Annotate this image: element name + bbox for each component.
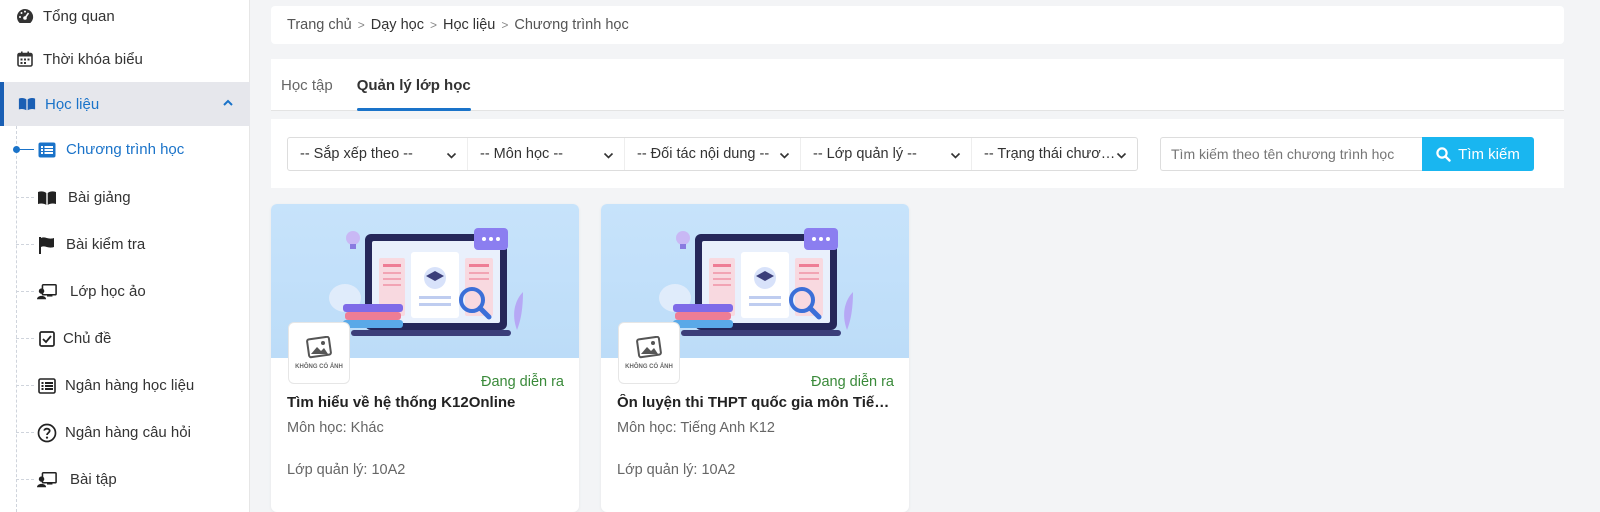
search-input[interactable] bbox=[1160, 137, 1422, 171]
status-select-value: -- Trạng thái chươ… bbox=[984, 146, 1116, 162]
tab-bar: Học tập Quản lý lớp học bbox=[271, 59, 1564, 111]
question-circle-icon bbox=[37, 423, 57, 443]
chevron-right-icon: > bbox=[357, 18, 365, 32]
sidebar-item-topics[interactable]: Chủ đề bbox=[0, 316, 250, 362]
course-card[interactable]: KHÔNG CÓ ẢNH Đang diễn ra Tìm hiểu về hệ… bbox=[271, 204, 579, 512]
no-image-label: KHÔNG CÓ ẢNH bbox=[625, 364, 673, 370]
sidebar-item-overview[interactable]: Tổng quan bbox=[0, 0, 250, 38]
class-select-value: -- Lớp quản lý -- bbox=[813, 146, 917, 162]
sidebar-item-material-bank[interactable]: Ngân hàng học liệu bbox=[0, 363, 250, 409]
course-subject: Môn học: Tiếng Anh K12 bbox=[617, 420, 775, 436]
sidebar-item-exercises[interactable]: Bài tập bbox=[0, 457, 250, 503]
search-button-label: Tìm kiếm bbox=[1458, 145, 1520, 163]
calendar-icon bbox=[16, 50, 34, 68]
sidebar-item-label: Chủ đề bbox=[63, 330, 112, 347]
chevron-up-icon[interactable] bbox=[222, 96, 234, 113]
course-title[interactable]: Ôn luyện thi THPT quốc gia môn Tiến… bbox=[617, 394, 893, 411]
status-select[interactable]: -- Trạng thái chươ… bbox=[972, 138, 1137, 170]
chevron-down-icon bbox=[446, 149, 457, 165]
sidebar-item-label: Bài kiểm tra bbox=[66, 236, 146, 253]
sidebar-item-label: Tổng quan bbox=[43, 7, 115, 25]
sidebar-item-timetable[interactable]: Thời khóa biểu bbox=[0, 37, 250, 81]
sidebar-item-label: Bài giảng bbox=[68, 189, 131, 206]
virtual-class-icon bbox=[37, 282, 57, 302]
sidebar-item-lectures[interactable]: Bài giảng bbox=[0, 175, 250, 221]
sort-select-value: -- Sắp xếp theo -- bbox=[300, 146, 413, 162]
checkbox-icon bbox=[37, 329, 57, 349]
subject-select-value: -- Môn học -- bbox=[480, 146, 563, 162]
tree-connector bbox=[16, 291, 34, 292]
course-subject: Môn học: Khác bbox=[287, 420, 384, 436]
sidebar-item-curriculum[interactable]: Chương trình học bbox=[0, 127, 250, 173]
flag-icon bbox=[37, 235, 57, 255]
sidebar-item-label: Lớp học ảo bbox=[70, 283, 146, 300]
content-partner-select[interactable]: -- Đối tác nội dung -- bbox=[625, 138, 801, 170]
virtual-class-icon bbox=[37, 470, 57, 490]
filter-selects: -- Sắp xếp theo -- -- Môn học -- -- Đối … bbox=[287, 137, 1138, 171]
course-class: Lớp quản lý: 10A2 bbox=[617, 462, 736, 478]
breadcrumb-home[interactable]: Trang chủ bbox=[287, 17, 352, 33]
chevron-right-icon: > bbox=[429, 18, 437, 32]
sidebar-item-label: Thời khóa biểu bbox=[43, 50, 143, 68]
sidebar-item-label: Chương trình học bbox=[66, 141, 185, 158]
breadcrumb: Trang chủ > Dạy học > Học liệu > Chương … bbox=[271, 6, 1564, 44]
tab-class-management[interactable]: Quản lý lớp học bbox=[356, 77, 471, 111]
tree-connector bbox=[16, 197, 34, 198]
tree-connector bbox=[16, 432, 34, 433]
sidebar-section-label: Học liệu bbox=[45, 95, 100, 113]
sort-select[interactable]: -- Sắp xếp theo -- bbox=[288, 138, 468, 170]
sidebar-item-question-bank[interactable]: Ngân hàng câu hỏi bbox=[0, 410, 250, 456]
tree-connector bbox=[16, 149, 34, 150]
image-placeholder-icon bbox=[636, 336, 662, 359]
dashboard-icon bbox=[16, 7, 34, 25]
list-icon bbox=[37, 376, 57, 396]
sidebar-section-learning-materials[interactable]: Học liệu bbox=[0, 82, 250, 126]
sidebar: Tổng quan Thời khóa biểu Học liệu Chương… bbox=[0, 0, 250, 512]
class-select[interactable]: -- Lớp quản lý -- bbox=[801, 138, 972, 170]
course-class: Lớp quản lý: 10A2 bbox=[287, 462, 406, 478]
tree-connector bbox=[16, 338, 34, 339]
sidebar-item-virtual-class[interactable]: Lớp học ảo bbox=[0, 269, 250, 315]
sidebar-item-label: Ngân hàng câu hỏi bbox=[65, 424, 191, 441]
image-placeholder-icon bbox=[306, 336, 332, 359]
chevron-right-icon: > bbox=[501, 18, 509, 32]
tab-learning[interactable]: Học tập bbox=[281, 77, 333, 110]
course-card[interactable]: KHÔNG CÓ ẢNH Đang diễn ra Ôn luyện thi T… bbox=[601, 204, 909, 512]
tree-connector bbox=[16, 244, 34, 245]
chevron-down-icon bbox=[779, 149, 790, 165]
sidebar-item-label: Ngân hàng học liệu bbox=[65, 377, 195, 394]
search-button[interactable]: Tìm kiếm bbox=[1422, 137, 1534, 171]
content-partner-select-value: -- Đối tác nội dung -- bbox=[637, 146, 770, 162]
scroll-area-edge bbox=[1570, 0, 1600, 512]
breadcrumb-materials[interactable]: Học liệu bbox=[443, 17, 495, 33]
status-badge: Đang diễn ra bbox=[480, 374, 564, 390]
course-title[interactable]: Tìm hiểu về hệ thống K12Online bbox=[287, 394, 563, 411]
sidebar-item-tests[interactable]: Bài kiểm tra bbox=[0, 222, 250, 268]
no-image-label: KHÔNG CÓ ẢNH bbox=[295, 364, 343, 370]
breadcrumb-teaching[interactable]: Dạy học bbox=[371, 17, 424, 33]
search-icon bbox=[1436, 146, 1451, 162]
status-badge: Đang diễn ra bbox=[810, 374, 894, 390]
tree-connector bbox=[16, 479, 34, 480]
chevron-down-icon bbox=[1116, 149, 1127, 165]
chevron-down-icon bbox=[950, 149, 961, 165]
subject-select[interactable]: -- Môn học -- bbox=[468, 138, 625, 170]
no-image-thumbnail: KHÔNG CÓ ẢNH bbox=[618, 322, 680, 384]
list-icon bbox=[37, 140, 57, 160]
chevron-down-icon bbox=[603, 149, 614, 165]
no-image-thumbnail: KHÔNG CÓ ẢNH bbox=[288, 322, 350, 384]
book-icon bbox=[37, 188, 57, 208]
filter-bar: -- Sắp xếp theo -- -- Môn học -- -- Đối … bbox=[271, 119, 1564, 188]
book-open-icon bbox=[18, 95, 36, 113]
tree-connector bbox=[16, 385, 34, 386]
breadcrumb-current: Chương trình học bbox=[514, 17, 629, 33]
sidebar-item-label: Bài tập bbox=[70, 471, 117, 488]
